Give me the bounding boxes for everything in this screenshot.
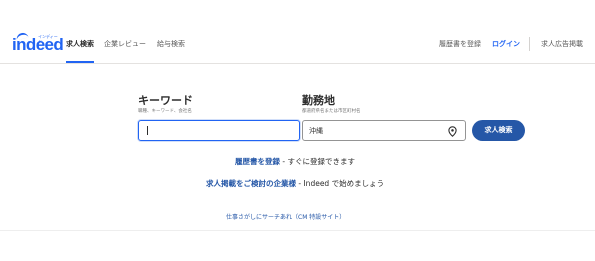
nav-company-reviews[interactable]: 企業レビュー bbox=[104, 40, 146, 49]
post-job-link[interactable]: 求人広告掲載 bbox=[541, 40, 583, 49]
location-label: 勤務地 bbox=[302, 94, 335, 107]
resume-promo-text: - すぐに登録できます bbox=[280, 157, 355, 166]
keyword-hint: 職種、キーワード、会社名 bbox=[138, 109, 192, 114]
keyword-label: キーワード bbox=[138, 94, 193, 107]
employer-promo: 求人掲載をご検討の企業様 - Indeed で始めましょう bbox=[206, 179, 384, 189]
login-link[interactable]: ログイン bbox=[492, 40, 520, 49]
indeed-logo[interactable]: インディード indeed bbox=[12, 31, 64, 56]
location-hint: 都道府県名または市区町村名 bbox=[302, 109, 361, 114]
text-caret bbox=[147, 126, 148, 135]
location-pin-icon[interactable] bbox=[448, 126, 457, 137]
resume-register-link[interactable]: 履歴書を登録 bbox=[439, 40, 481, 49]
keyword-input[interactable] bbox=[145, 124, 281, 137]
employer-promo-text: - Indeed で始めましょう bbox=[296, 179, 385, 188]
nav-salary-search[interactable]: 給与検索 bbox=[157, 40, 185, 49]
cm-site-link[interactable]: 仕事さがしにサーチあれ（CM 特設サイト） bbox=[226, 212, 345, 221]
job-search-button[interactable]: 求人検索 bbox=[472, 120, 525, 141]
header-divider bbox=[529, 37, 530, 51]
bottom-divider bbox=[0, 230, 595, 231]
location-input[interactable] bbox=[309, 124, 447, 137]
resume-promo: 履歴書を登録 - すぐに登録できます bbox=[235, 157, 355, 167]
logo-wordmark: indeed bbox=[12, 35, 64, 54]
active-tab-indicator bbox=[66, 61, 94, 63]
employer-promo-link[interactable]: 求人掲載をご検討の企業様 bbox=[206, 179, 296, 188]
nav-job-search[interactable]: 求人検索 bbox=[66, 40, 94, 49]
keyword-field[interactable] bbox=[138, 120, 300, 141]
top-header: インディード indeed 求人検索 企業レビュー 給与検索 履歴書を登録 ログ… bbox=[0, 26, 595, 64]
location-field[interactable] bbox=[302, 120, 466, 141]
resume-register-promo-link[interactable]: 履歴書を登録 bbox=[235, 157, 280, 166]
